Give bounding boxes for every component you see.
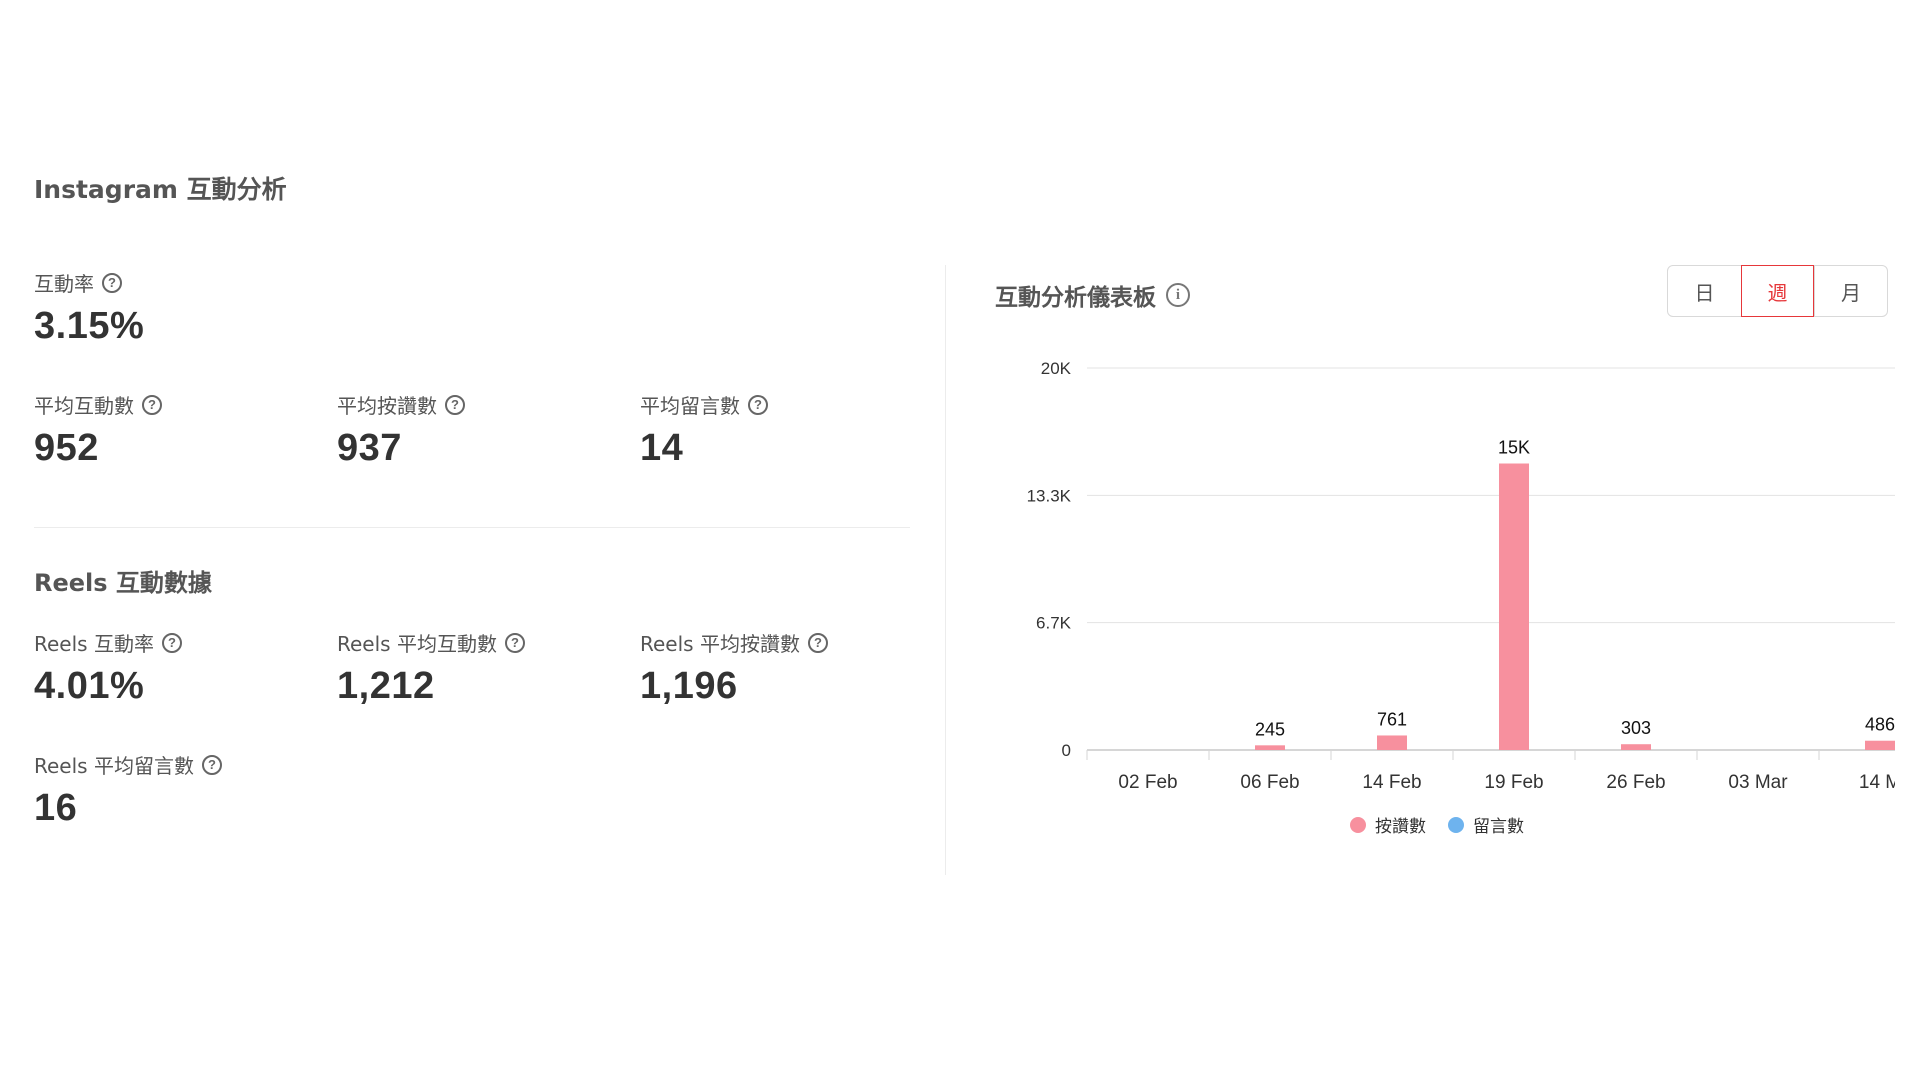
metric-value: 4.01% xyxy=(34,665,145,707)
data-label: 15K xyxy=(1498,438,1530,458)
metric-reels-engagement-rate: Reels 互動率 ? 4.01% xyxy=(34,628,182,708)
metric-reels-avg-likes: Reels 平均按讚數 ? 1,196 xyxy=(640,628,828,708)
x-tick-label: 06 Feb xyxy=(1240,772,1299,793)
metric-reels-avg-engagement: Reels 平均互動數 ? 1,212 xyxy=(337,628,525,708)
data-label: 761 xyxy=(1377,709,1407,729)
metric-value: 3.15% xyxy=(34,305,145,347)
help-icon[interactable]: ? xyxy=(807,632,828,653)
x-tick-label: 26 Feb xyxy=(1606,772,1665,793)
metric-label: 互動率 xyxy=(34,272,94,296)
reels-section-title: Reels 互動數據 xyxy=(34,569,212,597)
metric-value: 16 xyxy=(34,787,78,829)
metric-label: Reels 平均按讚數 xyxy=(640,632,800,656)
legend-dot-likes xyxy=(1350,816,1366,833)
dashboard-title: 互動分析儀表板 xyxy=(995,285,1156,311)
metric-value: 14 xyxy=(640,427,684,469)
section-divider xyxy=(34,527,910,528)
chart-legend: 按讚數 留言數 xyxy=(1350,812,1524,837)
metric-label: 平均互動數 xyxy=(34,394,134,418)
x-tick-label: 03 Mar xyxy=(1728,772,1788,793)
period-selector: 日 週 月 xyxy=(1667,265,1888,317)
metric-label: Reels 互動率 xyxy=(34,632,154,656)
y-tick-label: 13.3K xyxy=(1027,486,1072,505)
bar-likes xyxy=(1255,745,1285,750)
x-tick-label: 14 M xyxy=(1859,772,1895,793)
period-button-month[interactable]: 月 xyxy=(1814,266,1887,316)
legend-label-comments: 留言數 xyxy=(1473,817,1524,837)
metric-label: Reels 平均互動數 xyxy=(337,632,497,656)
metric-label: Reels 平均留言數 xyxy=(34,754,194,778)
help-icon[interactable]: ? xyxy=(504,632,525,653)
data-label: 486 xyxy=(1865,715,1895,735)
panel-divider xyxy=(945,265,946,875)
help-icon[interactable]: ? xyxy=(201,754,222,775)
data-label: 303 xyxy=(1621,718,1651,738)
bar-likes xyxy=(1499,463,1529,750)
metric-value: 952 xyxy=(34,427,99,469)
y-tick-label: 6.7K xyxy=(1036,614,1072,633)
help-icon[interactable]: ? xyxy=(748,394,768,415)
bar-likes xyxy=(1377,735,1407,750)
help-icon[interactable]: ? xyxy=(161,632,182,653)
help-icon[interactable]: ? xyxy=(142,394,162,415)
metric-avg-comments: 平均留言數 ? 14 xyxy=(640,390,768,470)
x-tick-label: 19 Feb xyxy=(1484,772,1543,793)
metric-value: 937 xyxy=(337,427,402,469)
help-icon[interactable]: ? xyxy=(102,272,122,293)
metric-avg-engagement: 平均互動數 ? 952 xyxy=(34,390,162,470)
metric-value: 1,212 xyxy=(337,665,435,707)
legend-item-comments[interactable]: 留言數 xyxy=(1448,812,1524,837)
metric-label: 平均按讚數 xyxy=(337,394,437,418)
legend-dot-comments xyxy=(1448,816,1464,833)
metric-label: 平均留言數 xyxy=(640,394,740,418)
dashboard-header: 互動分析儀表板 i xyxy=(995,278,1190,312)
legend-item-likes[interactable]: 按讚數 xyxy=(1350,812,1426,837)
data-label: 245 xyxy=(1255,719,1285,739)
engagement-chart: 0 6.7K 13.3K 20K 02 Feb 06 Feb 14 Feb 19 Feb 26 … xyxy=(1027,359,1895,793)
period-button-day[interactable]: 日 xyxy=(1668,266,1741,316)
page-title: Instagram 互動分析 xyxy=(34,175,287,204)
x-tick-label: 14 Feb xyxy=(1362,772,1421,793)
help-icon[interactable]: ? xyxy=(445,394,465,415)
metric-engagement-rate: 互動率 ? 3.15% xyxy=(34,268,144,348)
metric-avg-likes: 平均按讚數 ? 937 xyxy=(337,390,465,470)
metric-reels-avg-comments: Reels 平均留言數 ? 16 xyxy=(34,750,222,830)
y-tick-label: 20K xyxy=(1041,359,1072,378)
info-icon[interactable]: i xyxy=(1166,283,1190,307)
bar-likes xyxy=(1621,744,1651,750)
x-tick-label: 02 Feb xyxy=(1118,772,1177,793)
legend-label-likes: 按讚數 xyxy=(1375,817,1426,837)
y-tick-label: 0 xyxy=(1062,741,1071,760)
bar-likes xyxy=(1865,740,1895,750)
metric-value: 1,196 xyxy=(640,665,738,707)
period-button-week[interactable]: 週 xyxy=(1741,265,1814,317)
